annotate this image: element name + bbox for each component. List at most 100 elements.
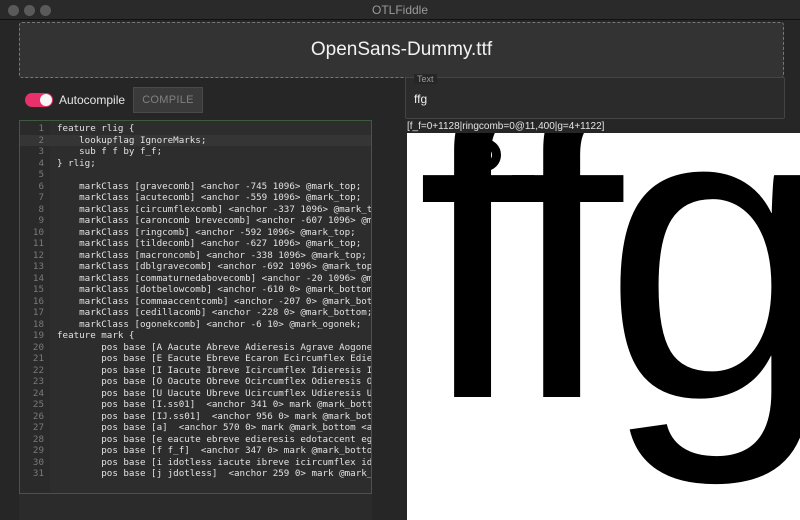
- code-text: pos base [e eacute ebreve edieresis edot…: [57, 433, 372, 445]
- line-number: 18: [32, 318, 44, 330]
- code-line[interactable]: 22 pos base [I Iacute Ibreve Icircumflex…: [20, 365, 371, 377]
- code-line[interactable]: 27 pos base [a] <anchor 570 0> mark @mar…: [20, 422, 371, 434]
- code-line[interactable]: 8 markClass [circumflexcomb] <anchor -33…: [20, 204, 371, 216]
- code-text: markClass [ogonekcomb] <anchor -6 10> @m…: [57, 318, 362, 330]
- code-line[interactable]: 14 markClass [commaturnedabovecomb] <anc…: [20, 273, 371, 285]
- line-number: 16: [32, 295, 44, 307]
- code-line[interactable]: 9 markClass [caroncomb brevecomb] <ancho…: [20, 215, 371, 227]
- line-number: 6: [38, 180, 44, 192]
- line-number: 29: [32, 445, 44, 456]
- code-line[interactable]: 19 feature mark {: [20, 330, 371, 342]
- code-text: feature rlig {: [57, 123, 135, 134]
- app-content: OpenSans-Dummy.ttf Autocompile COMPILE T…: [0, 20, 800, 520]
- line-number: 1: [38, 123, 44, 134]
- code-text: markClass [commaaccentcomb] <anchor -207…: [57, 295, 372, 307]
- code-text: markClass [caroncomb brevecomb] <anchor …: [57, 215, 372, 226]
- text-panel: Text: [405, 74, 785, 119]
- line-number: 12: [32, 249, 44, 261]
- code-line[interactable]: 15 markClass [dotbelowcomb] <anchor -610…: [20, 284, 371, 296]
- line-number: 24: [32, 387, 44, 399]
- window-title: OTLFiddle: [371, 3, 429, 17]
- code-line[interactable]: 1 feature rlig {: [20, 123, 371, 135]
- code-line[interactable]: 31 pos base [j jdotless] <anchor 259 0> …: [20, 468, 371, 480]
- code-line[interactable]: 23 pos base [O Oacute Obreve Ocircumflex…: [20, 376, 371, 388]
- code-line[interactable]: 6 markClass [gravecomb] <anchor -745 109…: [20, 181, 371, 193]
- code-text: markClass [gravecomb] <anchor -745 1096>…: [57, 180, 362, 192]
- compile-button[interactable]: COMPILE: [133, 87, 203, 113]
- code-line[interactable]: 13 markClass [dblgravecomb] <anchor -692…: [20, 261, 371, 273]
- code-text: markClass [cedillacomb] <anchor -228 0> …: [57, 307, 372, 318]
- line-number: 31: [32, 468, 44, 479]
- code-text: markClass [dotbelowcomb] <anchor -610 0>…: [57, 284, 372, 295]
- code-text: markClass [macroncomb] <anchor -338 1096…: [57, 249, 367, 261]
- autocompile-toggle[interactable]: [25, 93, 53, 107]
- code-line[interactable]: 17 markClass [cedillacomb] <anchor -228 …: [20, 307, 371, 319]
- code-text: pos base [f f_f] <anchor 347 0> mark @ma…: [57, 445, 372, 456]
- line-number: 8: [38, 203, 44, 215]
- line-number: 25: [32, 399, 44, 410]
- code-line[interactable]: 16 markClass [commaaccentcomb] <anchor -…: [20, 296, 371, 308]
- code-text: pos base [a] <anchor 570 0> mark @mark_b…: [57, 422, 372, 433]
- code-editor[interactable]: 1 feature rlig {2 lookupflag IgnoreMarks;…: [19, 120, 372, 494]
- line-number: 3: [38, 146, 44, 157]
- rendered-glyphs: ffg: [417, 133, 800, 487]
- code-line[interactable]: 11 markClass [tildecomb] <anchor -627 10…: [20, 238, 371, 250]
- line-number: 7: [38, 192, 44, 203]
- line-number: 23: [32, 376, 44, 387]
- autocompile-label: Autocompile: [59, 93, 126, 107]
- editor-footer-area: [19, 494, 372, 520]
- line-number: 11: [32, 238, 44, 249]
- code-line[interactable]: 28 pos base [e eacute ebreve edieresis e…: [20, 434, 371, 446]
- code-line[interactable]: 3 sub f f by f_f;: [20, 146, 371, 158]
- code-line[interactable]: 4 } rlig;: [20, 158, 371, 170]
- code-text: pos base [U Uacute Ubreve Ucircumflex Ud…: [57, 387, 372, 399]
- line-number: 19: [32, 330, 44, 341]
- code-text: markClass [dblgravecomb] <anchor -692 10…: [57, 261, 372, 272]
- code-line[interactable]: 26 pos base [IJ.ss01] <anchor 956 0> mar…: [20, 411, 371, 423]
- line-number: 26: [32, 410, 44, 422]
- line-number: 9: [38, 215, 44, 226]
- code-text: markClass [commaturnedabovecomb] <anchor…: [57, 272, 372, 284]
- code-text: pos base [A Aacute Abreve Adieresis Agra…: [57, 341, 372, 353]
- code-line[interactable]: 21 pos base [E Eacute Ebreve Ecaron Ecir…: [20, 353, 371, 365]
- line-number: 4: [38, 157, 44, 169]
- code-line[interactable]: 10 markClass [ringcomb] <anchor -592 109…: [20, 227, 371, 239]
- toggle-knob: [40, 94, 52, 106]
- ring-mark-glyph: [469, 139, 501, 171]
- line-number: 17: [32, 307, 44, 318]
- code-text: markClass [ringcomb] <anchor -592 1096> …: [57, 226, 356, 238]
- code-line[interactable]: 30 pos base [i idotless iacute ibreve ic…: [20, 457, 371, 469]
- shaping-output: [f_f=0+1128|ringcomb=0@11,400|g=4+1122]: [407, 121, 605, 132]
- window-titlebar: OTLFiddle: [0, 0, 800, 20]
- code-text: feature mark {: [57, 330, 135, 341]
- font-filename: OpenSans-Dummy.ttf: [310, 39, 493, 60]
- glyph-preview: ffg: [407, 133, 800, 520]
- line-number: 27: [32, 422, 44, 433]
- line-number: 30: [32, 456, 44, 468]
- line-number: 10: [32, 226, 44, 238]
- code-line[interactable]: 7 markClass [acutecomb] <anchor -559 109…: [20, 192, 371, 204]
- font-drop-zone[interactable]: OpenSans-Dummy.ttf: [19, 22, 784, 78]
- code-line[interactable]: 2 lookupflag IgnoreMarks;: [20, 134, 371, 146]
- line-number: 15: [32, 284, 44, 295]
- text-panel-legend: Text: [414, 74, 437, 84]
- code-line[interactable]: 24 pos base [U Uacute Ubreve Ucircumflex…: [20, 388, 371, 400]
- code-line[interactable]: 20 pos base [A Aacute Abreve Adieresis A…: [20, 342, 371, 354]
- code-text: } rlig;: [57, 157, 96, 169]
- code-line[interactable]: 29 pos base [f f_f] <anchor 347 0> mark …: [20, 445, 371, 457]
- code-line[interactable]: 12 markClass [macroncomb] <anchor -338 1…: [20, 250, 371, 262]
- line-number: 5: [38, 169, 44, 180]
- code-line[interactable]: 5: [20, 169, 371, 181]
- sample-text-input[interactable]: [414, 90, 774, 108]
- code-text: markClass [tildecomb] <anchor -627 1096>…: [57, 238, 362, 249]
- code-line[interactable]: 18 markClass [ogonekcomb] <anchor -6 10>…: [20, 319, 371, 331]
- code-text: pos base [I Iacute Ibreve Icircumflex Id…: [57, 364, 372, 376]
- code-text: sub f f by f_f;: [57, 146, 163, 157]
- line-number: 20: [32, 341, 44, 353]
- line-number: 2: [38, 134, 44, 146]
- line-number: 21: [32, 353, 44, 364]
- code-text: markClass [circumflexcomb] <anchor -337 …: [57, 203, 372, 215]
- code-line[interactable]: 25 pos base [I.ss01] <anchor 341 0> mark…: [20, 399, 371, 411]
- code-text: pos base [E Eacute Ebreve Ecaron Ecircum…: [57, 353, 372, 364]
- code-text: lookupflag IgnoreMarks;: [57, 134, 207, 146]
